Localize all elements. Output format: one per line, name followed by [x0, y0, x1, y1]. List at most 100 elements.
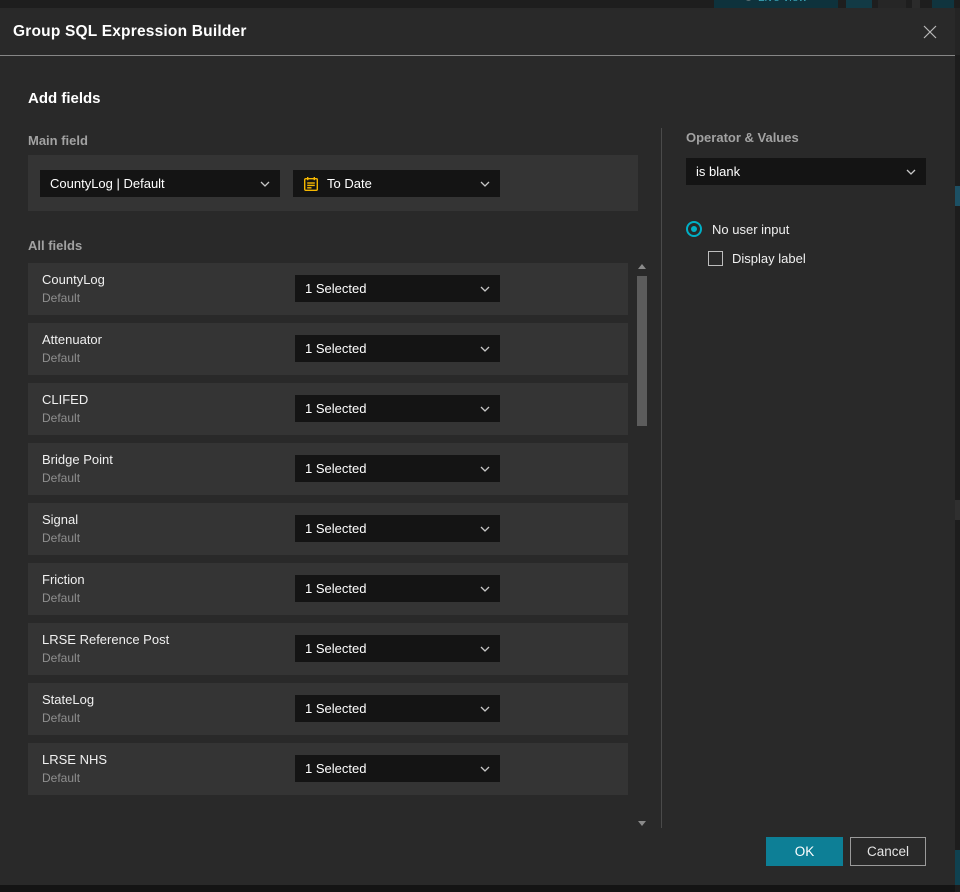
chevron-down-icon [480, 181, 490, 187]
field-row: CLIFED Default 1 Selected [28, 383, 628, 435]
panel-divider [661, 128, 662, 828]
main-field-dropdown[interactable]: CountyLog | Default [40, 170, 280, 197]
dialog-title: Group SQL Expression Builder [13, 22, 247, 40]
field-row: LRSE NHS Default 1 Selected [28, 743, 628, 795]
field-sublabel: Default [42, 291, 81, 305]
scroll-up-button[interactable] [638, 264, 646, 269]
page: Live view Group SQL Expression Builder A… [0, 0, 960, 892]
field-selection-dropdown[interactable]: 1 Selected [295, 455, 500, 482]
chevron-down-icon [260, 181, 270, 187]
chevron-down-icon [480, 526, 490, 532]
field-selection-value: 1 Selected [305, 761, 367, 776]
all-fields-label: All fields [28, 238, 83, 253]
date-field-dropdown[interactable]: To Date [293, 170, 500, 197]
field-row: LRSE Reference Post Default 1 Selected [28, 623, 628, 675]
field-selection-dropdown[interactable]: 1 Selected [295, 695, 500, 722]
operator-dropdown-value: is blank [696, 164, 741, 179]
main-field-panel: CountyLog | Default To Date [28, 155, 638, 211]
live-view-button-fragment: Live view [714, 0, 838, 8]
chevron-down-icon [480, 586, 490, 592]
field-sublabel: Default [42, 351, 81, 365]
ok-button[interactable]: OK [766, 837, 843, 866]
field-name: LRSE NHS [42, 752, 108, 767]
display-label-option[interactable]: Display label [708, 251, 806, 266]
close-button[interactable] [919, 21, 941, 43]
field-name: CLIFED [42, 392, 89, 407]
field-selection-dropdown[interactable]: 1 Selected [295, 395, 500, 422]
field-name: Signal [42, 512, 79, 527]
group-sql-expression-builder-dialog: Group SQL Expression Builder Add fields … [0, 8, 955, 885]
field-selection-value: 1 Selected [305, 701, 367, 716]
field-selection-dropdown[interactable]: 1 Selected [295, 335, 500, 362]
field-selection-dropdown[interactable]: 1 Selected [295, 755, 500, 782]
background-toolbar-fragment [878, 0, 906, 8]
close-icon [923, 25, 937, 39]
cancel-button[interactable]: Cancel [850, 837, 926, 866]
field-name: StateLog [42, 692, 95, 707]
background-toolbar-fragment [846, 0, 872, 8]
main-field-dropdown-value: CountyLog | Default [50, 176, 165, 191]
all-fields-list: CountyLog Default 1 Selected Attenuator … [28, 263, 628, 809]
chevron-down-icon [480, 766, 490, 772]
field-selection-dropdown[interactable]: 1 Selected [295, 275, 500, 302]
background-fragment [955, 186, 960, 206]
titlebar-separator [0, 55, 955, 56]
calendar-icon [304, 176, 319, 191]
field-sublabel: Default [42, 411, 81, 425]
field-name: Bridge Point [42, 452, 113, 467]
field-row: StateLog Default 1 Selected [28, 683, 628, 735]
operator-values-heading: Operator & Values [686, 130, 799, 145]
field-row: Bridge Point Default 1 Selected [28, 443, 628, 495]
background-bottom-edge [0, 885, 955, 892]
field-selection-dropdown[interactable]: 1 Selected [295, 515, 500, 542]
chevron-down-icon [480, 286, 490, 292]
date-field-dropdown-value: To Date [327, 176, 372, 191]
chevron-down-icon [480, 646, 490, 652]
field-row: CountyLog Default 1 Selected [28, 263, 628, 315]
field-sublabel: Default [42, 771, 81, 785]
background-fragment [955, 500, 960, 520]
add-fields-heading: Add fields [28, 90, 101, 107]
field-name: LRSE Reference Post [42, 632, 170, 647]
field-row: Attenuator Default 1 Selected [28, 323, 628, 375]
field-selection-value: 1 Selected [305, 401, 367, 416]
field-selection-dropdown[interactable]: 1 Selected [295, 635, 500, 662]
main-field-label: Main field [28, 133, 88, 148]
field-selection-value: 1 Selected [305, 281, 367, 296]
field-row: Signal Default 1 Selected [28, 503, 628, 555]
field-row: Friction Default 1 Selected [28, 563, 628, 615]
scrollbar-thumb[interactable] [637, 276, 647, 426]
field-selection-dropdown[interactable]: 1 Selected [295, 575, 500, 602]
background-right-edge [955, 0, 960, 892]
field-selection-value: 1 Selected [305, 581, 367, 596]
operator-dropdown[interactable]: is blank [686, 158, 926, 185]
live-view-label: Live view [758, 0, 807, 4]
display-label-text: Display label [732, 251, 806, 266]
field-selection-value: 1 Selected [305, 461, 367, 476]
background-toolbar-strip: Live view [0, 0, 960, 8]
field-selection-value: 1 Selected [305, 521, 367, 536]
background-fragment [955, 850, 960, 885]
no-user-input-option[interactable]: No user input [686, 221, 789, 237]
no-user-input-radio[interactable] [686, 221, 702, 237]
field-sublabel: Default [42, 591, 81, 605]
chevron-down-icon [480, 706, 490, 712]
background-toolbar-fragment [912, 0, 920, 8]
field-list-scrollbar[interactable] [636, 262, 648, 828]
chevron-down-icon [480, 406, 490, 412]
field-sublabel: Default [42, 531, 81, 545]
field-selection-value: 1 Selected [305, 341, 367, 356]
field-sublabel: Default [42, 651, 81, 665]
field-name: CountyLog [42, 272, 105, 287]
chevron-down-icon [480, 466, 490, 472]
scroll-down-button[interactable] [638, 821, 646, 826]
background-toolbar-fragment [932, 0, 954, 8]
field-name: Friction [42, 572, 85, 587]
field-selection-value: 1 Selected [305, 641, 367, 656]
dialog-titlebar: Group SQL Expression Builder [0, 8, 955, 55]
display-label-checkbox[interactable] [708, 251, 723, 266]
background-fragment [955, 8, 960, 55]
field-sublabel: Default [42, 471, 81, 485]
chevron-down-icon [906, 169, 916, 175]
field-sublabel: Default [42, 711, 81, 725]
